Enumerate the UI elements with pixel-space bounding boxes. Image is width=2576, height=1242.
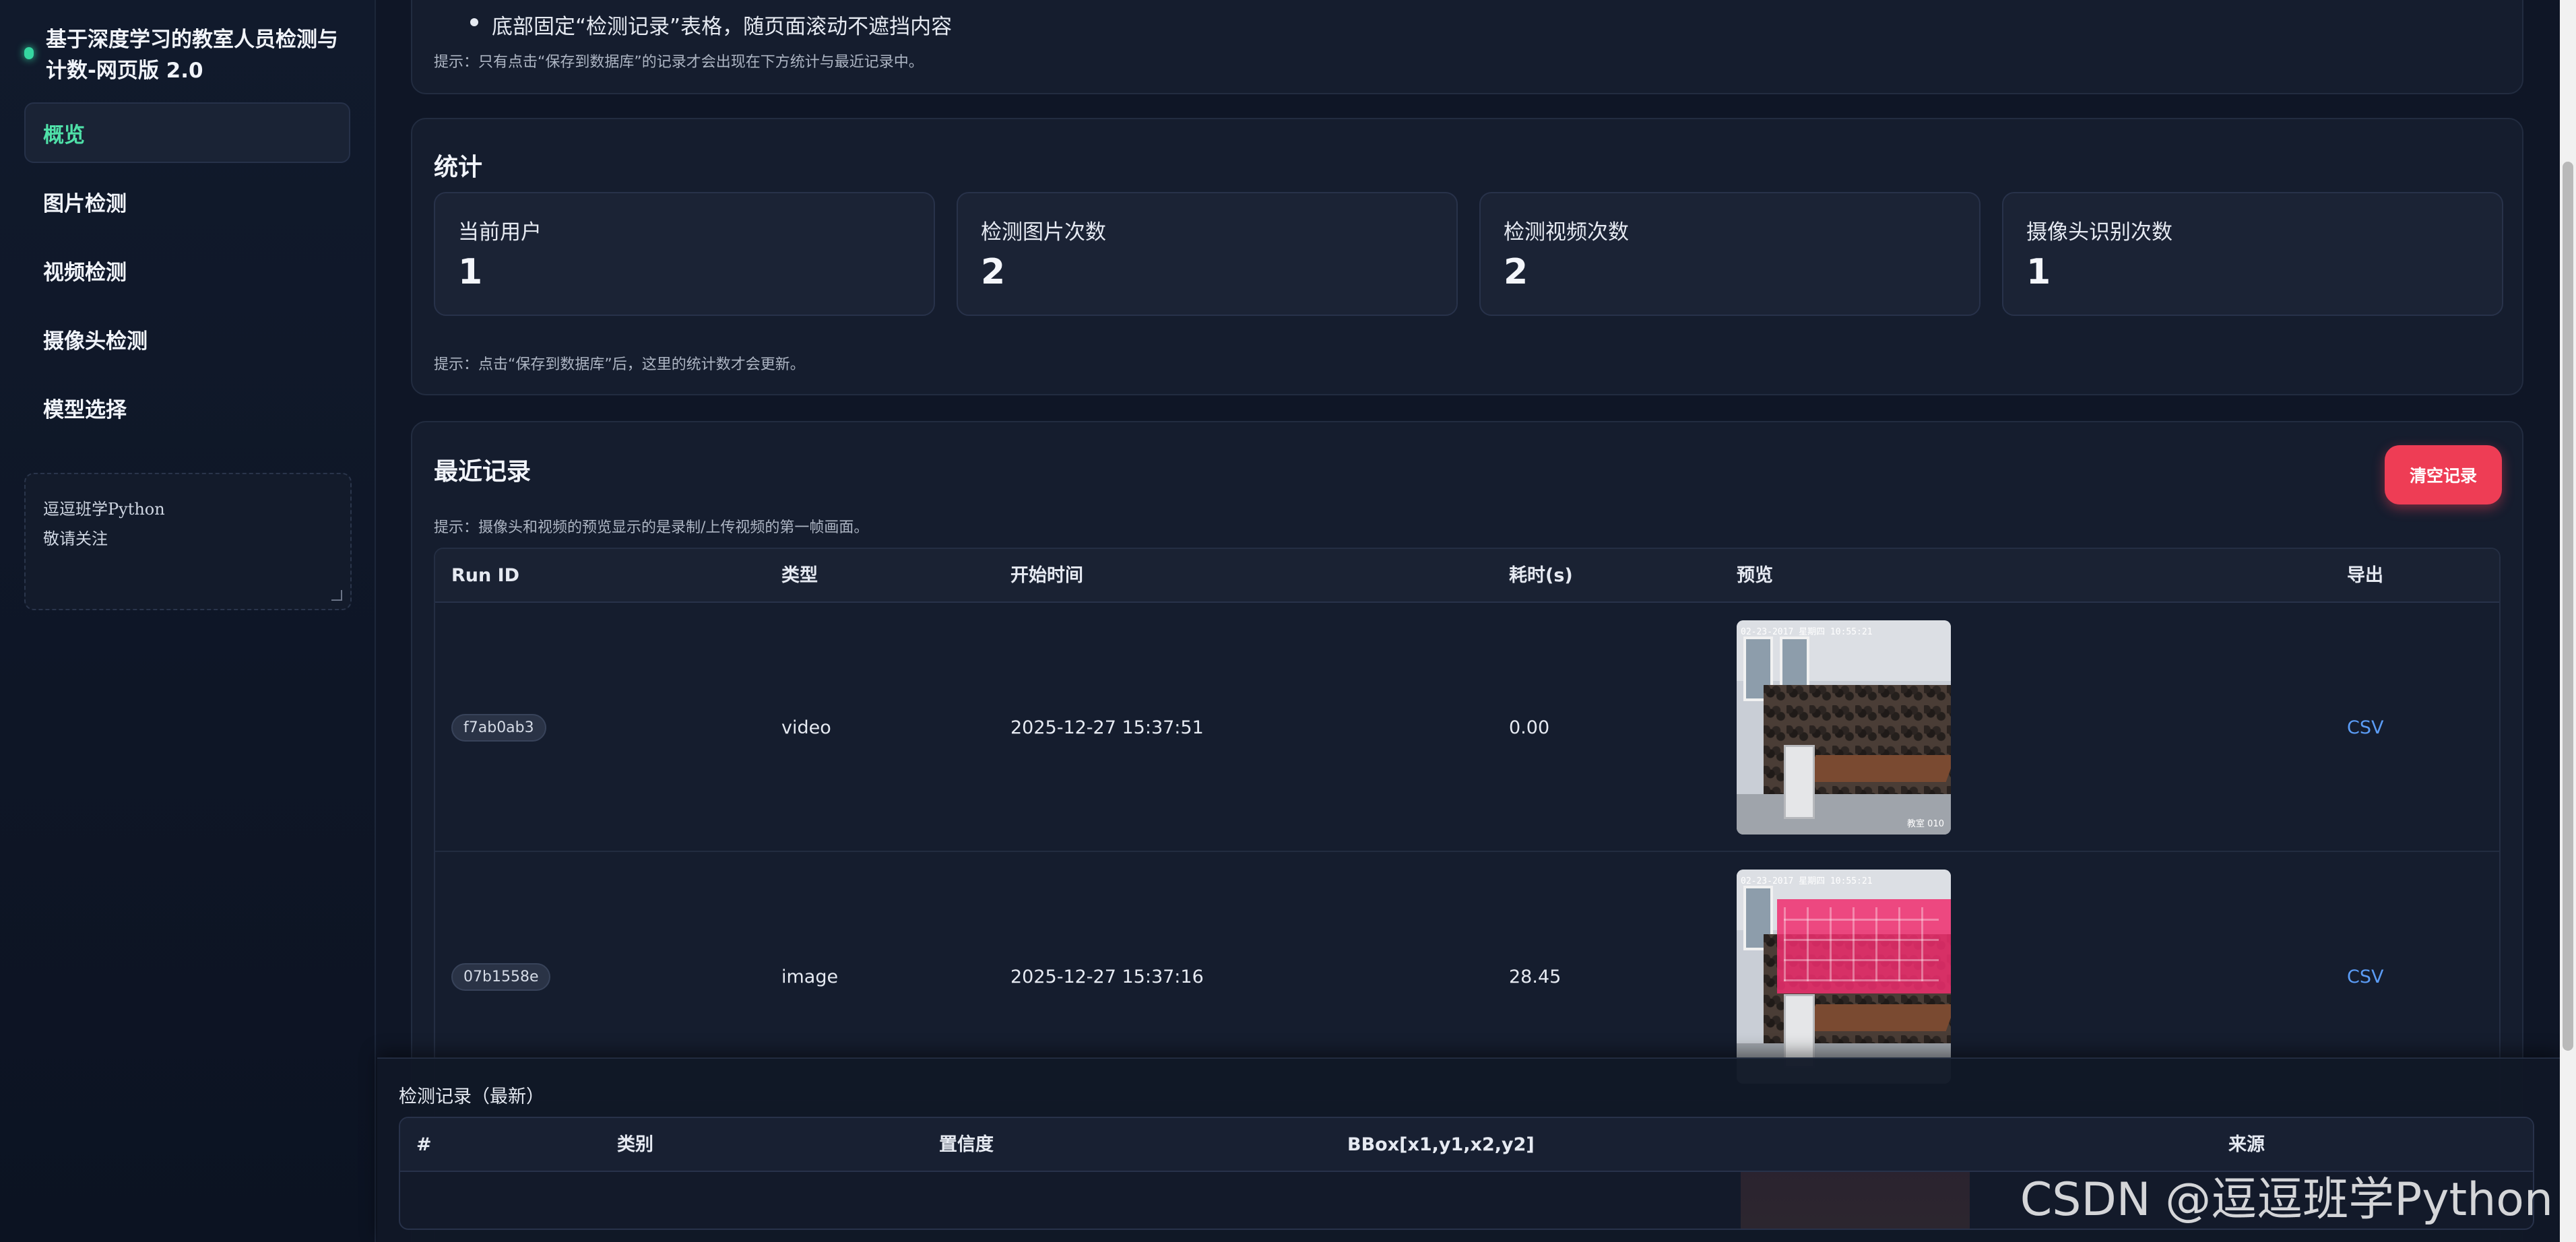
run-id-chip: f7ab0ab3 bbox=[451, 713, 546, 742]
column-header-duration: 耗时(s) bbox=[1509, 565, 1573, 586]
preview-desk bbox=[1805, 755, 1951, 782]
detection-overlay bbox=[1777, 899, 1951, 993]
export-csv-link[interactable]: CSV bbox=[2347, 967, 2383, 987]
cell-export: CSV bbox=[2347, 603, 2383, 852]
cell-preview: 02-23-2017 星期四 10:55:21 教室 010 bbox=[1737, 603, 1951, 852]
run-id-chip: 07b1558e bbox=[451, 962, 551, 991]
main-content: 底部固定“检测记录”表格，随页面滚动不遮挡内容 提示：只有点击“保存到数据库”的… bbox=[377, 0, 2560, 1242]
status-dot-icon bbox=[24, 47, 34, 59]
cell-type: video bbox=[781, 717, 831, 738]
preview-thumbnail[interactable]: 02-23-2017 星期四 10:55:21 教室 010 bbox=[1737, 620, 1951, 835]
sidebar-item-image-detection[interactable]: 图片检测 bbox=[24, 171, 350, 232]
scrollbar-thumb[interactable] bbox=[2563, 162, 2573, 1051]
column-header-type: 类型 bbox=[781, 565, 818, 586]
column-header-run-id: Run ID bbox=[451, 565, 520, 586]
stat-label: 检测视频次数 bbox=[1504, 220, 1629, 244]
column-header-start-time: 开始时间 bbox=[1010, 565, 1083, 586]
column-header-index: # bbox=[416, 1134, 432, 1155]
stats-title: 统计 bbox=[434, 154, 483, 181]
stat-image-count: 检测图片次数 2 bbox=[957, 192, 1458, 316]
sidebar: 基于深度学习的教室人员检测与计数-网页版 2.0 概览 图片检测 视频检测 摄像… bbox=[0, 0, 376, 1242]
intro-card: 底部固定“检测记录”表格，随页面滚动不遮挡内容 提示：只有点击“保存到数据库”的… bbox=[411, 0, 2523, 94]
column-header-confidence: 置信度 bbox=[939, 1134, 994, 1155]
table-header: Run ID 类型 开始时间 耗时(s) 预览 导出 bbox=[435, 549, 2499, 603]
column-header-class: 类别 bbox=[617, 1134, 653, 1155]
preview-mark: 教室 010 bbox=[1907, 819, 1944, 829]
detection-records-title: 检测记录（最新） bbox=[399, 1086, 544, 1107]
watermark: CSDN @逗逗班学Python bbox=[2020, 1173, 2553, 1227]
stat-camera-count: 摄像头识别次数 1 bbox=[2002, 192, 2503, 316]
app-title: 基于深度学习的教室人员检测与计数-网页版 2.0 bbox=[46, 28, 338, 83]
sidebar-nav: 概览 图片检测 视频检测 摄像头检测 模型选择 bbox=[24, 102, 350, 438]
sidebar-item-overview[interactable]: 概览 bbox=[24, 102, 350, 163]
stat-value: 2 bbox=[981, 252, 1006, 292]
stat-value: 1 bbox=[2026, 252, 2051, 292]
stats-card: 统计 当前用户 1 检测图片次数 2 检测视频次数 2 摄像头识别次数 1 提示… bbox=[411, 118, 2523, 395]
resize-grip-icon[interactable] bbox=[331, 590, 342, 601]
stats-hint: 提示：点击“保存到数据库”后，这里的统计数才会更新。 bbox=[434, 356, 805, 373]
stat-current-user: 当前用户 1 bbox=[434, 192, 935, 316]
stat-label: 摄像头识别次数 bbox=[2026, 220, 2172, 244]
intro-bullet: 底部固定“检测记录”表格，随页面滚动不遮挡内容 bbox=[470, 9, 952, 40]
stat-value: 1 bbox=[458, 252, 483, 292]
column-header-preview: 预览 bbox=[1737, 565, 1773, 586]
note-textarea[interactable]: 逗逗班学Python 敬请关注 bbox=[24, 473, 352, 610]
recent-title: 最近记录 bbox=[434, 458, 532, 486]
preview-timestamp: 02-23-2017 星期四 10:55:21 bbox=[1741, 876, 1873, 886]
app-root: 基于深度学习的教室人员检测与计数-网页版 2.0 概览 图片检测 视频检测 摄像… bbox=[0, 0, 2576, 1242]
stat-label: 当前用户 bbox=[458, 220, 542, 244]
preview-podium bbox=[1784, 745, 1815, 819]
column-header-bbox: BBox[x1,y1,x2,y2] bbox=[1347, 1134, 1535, 1155]
preview-timestamp: 02-23-2017 星期四 10:55:21 bbox=[1741, 627, 1873, 637]
sidebar-item-video-detection[interactable]: 视频检测 bbox=[24, 240, 350, 300]
preview-desk bbox=[1805, 1004, 1951, 1031]
brand: 基于深度学习的教室人员检测与计数-网页版 2.0 bbox=[24, 24, 350, 86]
table-row: f7ab0ab3 video 2025-12-27 15:37:51 0.00 bbox=[435, 603, 2499, 852]
intro-hint: 提示：只有点击“保存到数据库”的记录才会出现在下方统计与最近记录中。 bbox=[434, 54, 924, 71]
clear-records-button[interactable]: 清空记录 bbox=[2385, 445, 2502, 504]
page-scrollbar[interactable] bbox=[2560, 0, 2576, 1242]
cell-duration: 0.00 bbox=[1509, 717, 1550, 738]
cell-run-id: f7ab0ab3 bbox=[451, 603, 546, 852]
note-text: 逗逗班学Python 敬请关注 bbox=[43, 500, 165, 548]
recent-hint: 提示：摄像头和视频的预览显示的是录制/上传视频的第一帧画面。 bbox=[434, 519, 869, 536]
export-csv-link[interactable]: CSV bbox=[2347, 717, 2383, 738]
stat-label: 检测图片次数 bbox=[981, 220, 1106, 244]
preview-thumbnail[interactable]: 02-23-2017 星期四 10:55:21 bbox=[1737, 870, 1951, 1084]
stat-value: 2 bbox=[1504, 252, 1528, 292]
cell-start-time: 2025-12-27 15:37:51 bbox=[1010, 717, 1204, 738]
sidebar-item-model-selection[interactable]: 模型选择 bbox=[24, 377, 350, 438]
column-header-export: 导出 bbox=[2347, 565, 2383, 586]
sidebar-item-camera-detection[interactable]: 摄像头检测 bbox=[24, 308, 350, 369]
stat-video-count: 检测视频次数 2 bbox=[1479, 192, 1981, 316]
